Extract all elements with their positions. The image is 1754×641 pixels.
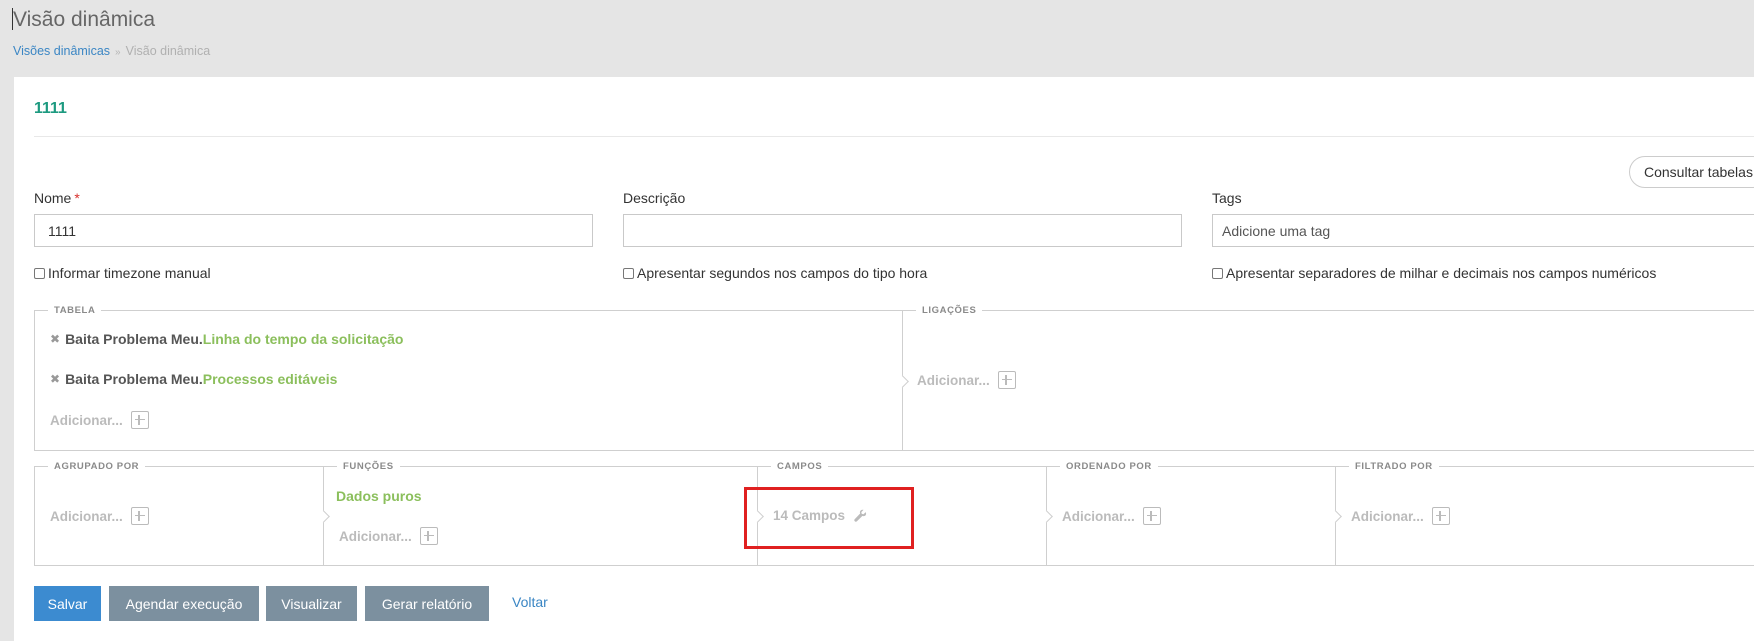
record-title: 1111 (34, 100, 67, 117)
add-group-button[interactable]: Adicionar... (50, 507, 149, 525)
timezone-checkbox[interactable] (34, 267, 45, 279)
page-title: Visão dinâmica (12, 8, 156, 31)
fields-legend: CAMPOS (771, 461, 829, 472)
add-function-button[interactable]: Adicionar... (339, 527, 438, 545)
table-item: ✖ Baita Problema Meu. Linha do tempo da so… (50, 331, 404, 347)
ordered-legend: ORDENADO POR (1060, 461, 1158, 472)
functions-fieldset (323, 466, 758, 566)
title-divider (34, 136, 1754, 137)
breadcrumb-link-visoes[interactable]: Visões dinâmicas (13, 44, 110, 58)
save-button[interactable]: Salvar (34, 586, 101, 621)
description-input[interactable] (623, 214, 1182, 247)
consult-tables-button[interactable]: Consultar tabelas (1629, 156, 1754, 188)
links-legend: LIGAÇÕES (916, 305, 983, 316)
schedule-button[interactable]: Agendar execução (109, 586, 259, 621)
remove-icon[interactable]: ✖ (50, 332, 60, 346)
breadcrumb-current: Visão dinâmica (125, 44, 211, 58)
remove-icon[interactable]: ✖ (50, 372, 60, 386)
seconds-checkbox-row[interactable]: Apresentar segundos nos campos do tipo h… (623, 265, 927, 281)
functions-legend: FUNÇÕES (337, 461, 400, 472)
separators-checkbox-row[interactable]: Apresentar separadores de milhar e decim… (1212, 265, 1656, 281)
filtered-legend: FILTRADO POR (1349, 461, 1439, 472)
name-input[interactable]: 1111 (34, 214, 593, 247)
breadcrumb-separator: » (115, 47, 121, 58)
add-filter-button[interactable]: Adicionar... (1351, 507, 1450, 525)
plus-icon (1431, 507, 1450, 525)
back-link[interactable]: Voltar (512, 594, 548, 610)
tags-label: Tags (1212, 190, 1242, 206)
description-label: Descrição (623, 190, 686, 206)
separators-checkbox[interactable] (1212, 267, 1223, 279)
grouped-legend: AGRUPADO POR (48, 461, 146, 472)
plus-icon (419, 527, 438, 545)
name-label: Nome * (34, 190, 80, 206)
seconds-checkbox[interactable] (623, 267, 634, 279)
links-fieldset (902, 310, 1754, 451)
plus-icon (130, 507, 149, 525)
timezone-checkbox-row[interactable]: Informar timezone manual (34, 265, 211, 281)
plus-icon (1142, 507, 1161, 525)
plus-icon (130, 411, 149, 429)
tables-legend: TABELA (48, 305, 102, 316)
tags-input[interactable]: Adicione uma tag (1212, 214, 1754, 247)
add-table-button[interactable]: Adicionar... (50, 411, 149, 429)
add-order-button[interactable]: Adicionar... (1062, 507, 1161, 525)
generate-report-button[interactable]: Gerar relatório (365, 586, 489, 621)
view-button[interactable]: Visualizar (266, 586, 357, 621)
add-link-button[interactable]: Adicionar... (917, 371, 1016, 389)
breadcrumb: Visões dinâmicas » Visão dinâmica (13, 44, 210, 58)
required-mark: * (74, 190, 80, 206)
highlight-box (744, 487, 914, 549)
plus-icon (997, 371, 1016, 389)
function-item[interactable]: Dados puros (336, 488, 422, 504)
table-item: ✖ Baita Problema Meu. Processos editáveis (50, 371, 338, 387)
